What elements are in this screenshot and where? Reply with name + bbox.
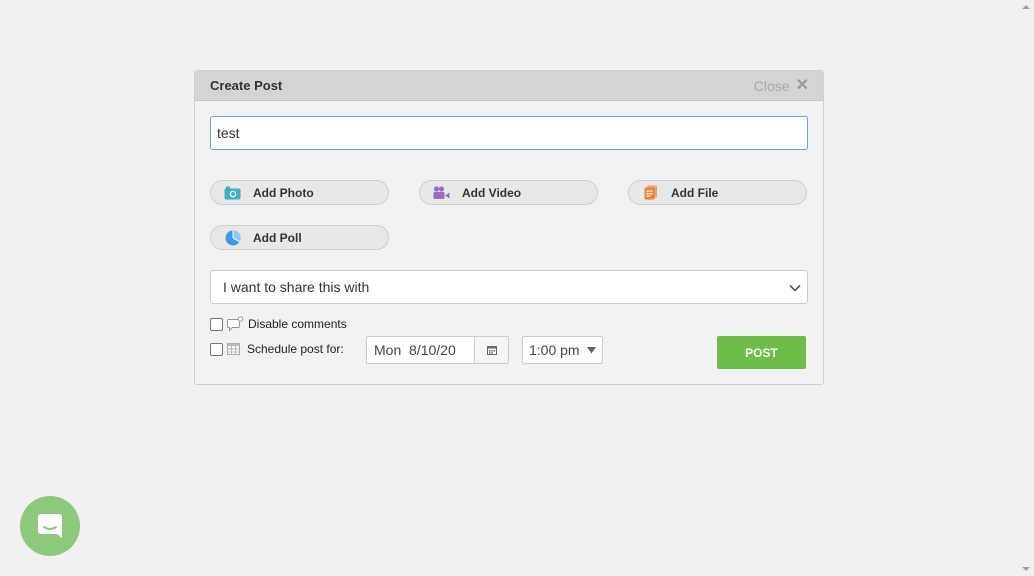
dropdown-triangle-icon [587,346,596,354]
add-video-label: Add Video [462,185,522,200]
add-poll-button[interactable]: Add Poll [210,225,389,250]
comment-bubble-icon [227,316,244,332]
add-file-label: Add File [671,185,719,200]
add-photo-label: Add Photo [253,185,314,200]
add-video-button[interactable]: Add Video [419,180,598,205]
disable-comments-checkbox[interactable] [210,317,223,331]
schedule-time-select[interactable]: 1:00 pm [522,336,603,364]
disable-comments-row: Disable comments [210,316,347,332]
add-poll-label: Add Poll [253,230,302,245]
schedule-date-input[interactable]: Mon 8/10/20 [366,336,509,364]
create-post-modal: Create Post Close ✕ Add Photo Ad [194,70,824,385]
schedule-label: Schedule post for: [247,342,344,356]
modal-header: Create Post Close ✕ [195,71,823,101]
page-scrollbar[interactable] [1017,0,1034,576]
add-photo-button[interactable]: Add Photo [210,180,389,205]
close-label: Close [753,77,790,94]
pie-chart-icon [224,230,241,245]
close-button[interactable]: Close ✕ [753,76,809,94]
scroll-down-arrow-icon[interactable] [1022,567,1030,571]
schedule-checkbox[interactable] [210,342,223,356]
disable-comments-label: Disable comments [248,317,347,331]
add-file-button[interactable]: Add File [628,180,807,205]
chat-launcher-button[interactable] [20,496,80,556]
schedule-time-value: 1:00 pm [529,342,580,358]
file-icon [642,185,659,200]
share-with-label: I want to share this with [223,279,370,295]
post-button[interactable]: POST [717,336,806,369]
date-picker-button[interactable] [474,337,508,363]
post-text-input[interactable] [210,116,808,150]
share-with-select[interactable]: I want to share this with [210,270,808,304]
close-icon: ✕ [795,76,809,94]
calendar-icon [486,345,497,355]
modal-title: Create Post [210,78,283,93]
schedule-row: Schedule post for: [210,342,344,356]
chevron-down-icon [789,279,801,295]
schedule-date-value: Mon 8/10/20 [374,342,456,358]
chat-icon [35,511,65,541]
camera-icon [224,185,241,200]
video-camera-icon [433,185,450,200]
calendar-grid-icon [227,343,240,355]
scroll-up-arrow-icon[interactable] [1022,5,1030,9]
